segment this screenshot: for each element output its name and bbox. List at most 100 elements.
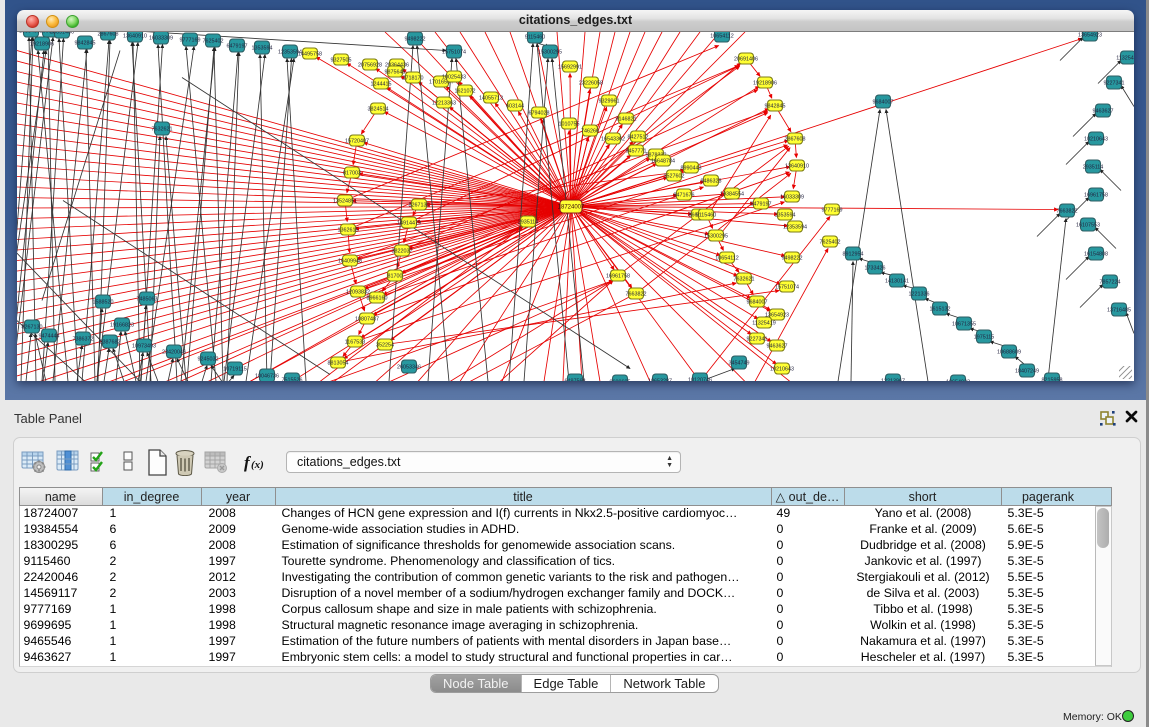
svg-text:10654112: 10654112 — [715, 255, 739, 261]
svg-text:8267130: 8267130 — [22, 324, 43, 330]
svg-text:10046736: 10046736 — [255, 373, 279, 379]
svg-text:6794028: 6794028 — [529, 110, 550, 116]
svg-text:9777169: 9777169 — [180, 37, 201, 43]
svg-text:3454749: 3454749 — [729, 360, 750, 366]
svg-text:9842845: 9842845 — [765, 103, 786, 109]
svg-text:16107553: 16107553 — [1076, 222, 1100, 228]
svg-text:16154808: 16154808 — [1084, 251, 1108, 257]
svg-text:1621072: 1621072 — [455, 88, 476, 94]
svg-text:16961758: 16961758 — [606, 273, 630, 279]
svg-text:10654112: 10654112 — [710, 33, 734, 39]
svg-text:1221336: 1221336 — [909, 291, 930, 297]
svg-text:9474444: 9474444 — [39, 333, 60, 339]
svg-text:1167533: 1167533 — [345, 339, 366, 345]
svg-text:19654933: 19654933 — [946, 379, 970, 381]
svg-text:18724007: 18724007 — [558, 204, 585, 210]
svg-text:9457771: 9457771 — [626, 148, 647, 154]
svg-text:19384554: 19384554 — [720, 191, 744, 197]
svg-text:81700: 81700 — [388, 273, 403, 279]
svg-text:2935114: 2935114 — [1083, 164, 1104, 170]
svg-text:16961758: 16961758 — [1084, 192, 1108, 198]
svg-text:(x): (x) — [251, 459, 264, 471]
svg-text:9498222: 9498222 — [405, 36, 426, 42]
svg-text:10120746: 10120746 — [688, 377, 712, 381]
svg-text:15751074: 15751074 — [775, 284, 799, 290]
svg-text:8990443: 8990443 — [681, 165, 702, 171]
svg-text:14495758: 14495758 — [298, 51, 322, 57]
svg-text:19166823: 19166823 — [110, 322, 134, 328]
svg-text:7625402: 7625402 — [203, 38, 224, 44]
svg-text:9498222: 9498222 — [782, 255, 803, 261]
svg-text:13654923: 13654923 — [1078, 32, 1102, 38]
svg-text:9777169: 9777169 — [822, 207, 843, 213]
svg-text:19218906: 19218906 — [30, 41, 54, 47]
svg-text:9463627: 9463627 — [1093, 108, 1114, 114]
svg-text:2935114: 2935114 — [518, 219, 539, 225]
svg-text:7515526: 7515526 — [282, 377, 303, 381]
svg-text:12213363: 12213363 — [432, 100, 456, 106]
svg-text:9684007: 9684007 — [747, 299, 768, 305]
svg-text:10210643: 10210643 — [770, 366, 794, 372]
svg-text:7857224: 7857224 — [1100, 279, 1121, 285]
svg-text:7663822: 7663822 — [1057, 208, 1078, 214]
svg-text:15720407: 15720407 — [345, 138, 369, 144]
svg-text:10973493: 10973493 — [132, 343, 156, 349]
svg-text:15692991: 15692991 — [558, 64, 582, 70]
svg-text:8912954: 8912954 — [843, 251, 864, 257]
svg-text:9227341: 9227341 — [1104, 80, 1125, 86]
svg-text:1733426: 1733426 — [865, 265, 886, 271]
svg-text:15751074: 15751074 — [442, 49, 466, 55]
svg-text:13640910: 13640910 — [123, 33, 147, 39]
svg-text:8966160: 8966160 — [367, 295, 388, 301]
svg-text:7663822: 7663822 — [626, 291, 647, 297]
svg-text:12353594: 12353594 — [783, 224, 807, 230]
svg-text:14914479: 14914479 — [397, 220, 421, 226]
svg-text:2867608: 2867608 — [98, 32, 119, 37]
svg-text:7386372: 7386372 — [73, 336, 94, 342]
svg-text:8427512: 8427512 — [628, 134, 649, 140]
svg-text:8267130: 8267130 — [409, 202, 430, 208]
svg-text:1010755: 1010755 — [559, 121, 580, 127]
svg-text:15300295: 15300295 — [704, 233, 728, 239]
svg-text:1244415: 1244415 — [371, 81, 392, 87]
svg-text:9463627: 9463627 — [767, 343, 788, 349]
svg-text:13716485: 13716485 — [1107, 307, 1131, 313]
svg-text:6479197: 6479197 — [751, 201, 772, 207]
svg-text:9115460: 9115460 — [525, 34, 546, 40]
svg-text:2718170: 2718170 — [403, 75, 424, 81]
svg-text:10025433: 10025433 — [442, 74, 466, 80]
svg-text:9245032: 9245032 — [198, 356, 219, 362]
svg-text:16409948: 16409948 — [338, 258, 362, 264]
svg-text:16033309: 16033309 — [149, 35, 173, 41]
svg-text:8215958: 8215958 — [1042, 377, 1063, 381]
svg-text:26053346: 26053346 — [397, 364, 421, 370]
svg-text:9327505: 9327505 — [331, 57, 352, 63]
svg-text:16543362: 16543362 — [601, 136, 625, 142]
svg-text:11325419: 11325419 — [752, 320, 776, 326]
svg-text:14055713: 14055713 — [479, 95, 503, 101]
svg-text:9684007: 9684007 — [873, 99, 894, 105]
svg-text:1362615: 1362615 — [338, 227, 359, 233]
svg-text:1527602: 1527602 — [664, 173, 685, 179]
svg-text:14130141: 14130141 — [885, 278, 909, 284]
svg-text:10653287: 10653287 — [648, 378, 672, 381]
svg-text:7632621: 7632621 — [734, 276, 755, 282]
svg-text:8813054: 8813054 — [328, 360, 349, 366]
svg-text:2867608: 2867608 — [785, 136, 806, 142]
svg-text:9699695: 9699695 — [610, 379, 631, 381]
svg-text:10671355: 10671355 — [952, 321, 976, 327]
svg-text:20691406: 20691406 — [734, 56, 758, 62]
svg-text:20756928: 20756928 — [358, 62, 382, 68]
svg-text:6479197: 6479197 — [227, 43, 248, 49]
svg-text:23420046: 23420046 — [162, 349, 186, 355]
svg-text:9227341: 9227341 — [747, 336, 768, 342]
svg-text:8486328: 8486328 — [701, 178, 722, 184]
svg-text:1353594: 1353594 — [252, 45, 273, 51]
svg-text:19218906: 19218906 — [753, 80, 777, 86]
svg-text:7632621: 7632621 — [152, 126, 173, 132]
svg-text:11325419: 11325419 — [1116, 55, 1134, 61]
svg-text:10688609: 10688609 — [997, 349, 1021, 355]
svg-text:10807487: 10807487 — [355, 316, 379, 322]
svg-text:746266: 746266 — [581, 128, 599, 134]
svg-text:18407249: 18407249 — [1015, 368, 1039, 374]
